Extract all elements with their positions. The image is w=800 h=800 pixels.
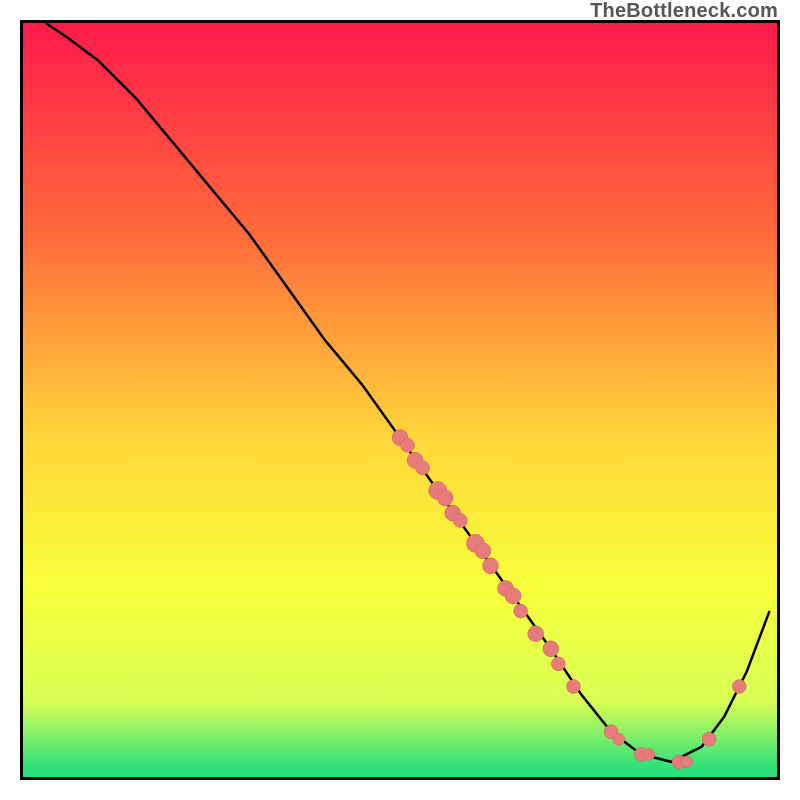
data-marker bbox=[613, 733, 625, 745]
data-marker bbox=[643, 748, 655, 760]
data-marker bbox=[475, 543, 491, 559]
data-marker bbox=[437, 490, 453, 506]
data-marker bbox=[528, 626, 544, 642]
bottleneck-curve bbox=[23, 23, 777, 777]
data-marker bbox=[416, 461, 430, 475]
data-marker bbox=[681, 756, 693, 768]
data-marker bbox=[483, 558, 499, 574]
data-marker bbox=[702, 732, 716, 746]
data-marker bbox=[505, 588, 521, 604]
data-marker bbox=[401, 438, 415, 452]
data-marker bbox=[453, 514, 467, 528]
data-marker bbox=[732, 680, 746, 694]
plot-area bbox=[20, 20, 780, 780]
data-marker bbox=[543, 641, 559, 657]
data-marker bbox=[551, 657, 565, 671]
data-marker bbox=[566, 680, 580, 694]
chart-container: TheBottleneck.com bbox=[0, 0, 800, 800]
data-marker bbox=[514, 604, 528, 618]
